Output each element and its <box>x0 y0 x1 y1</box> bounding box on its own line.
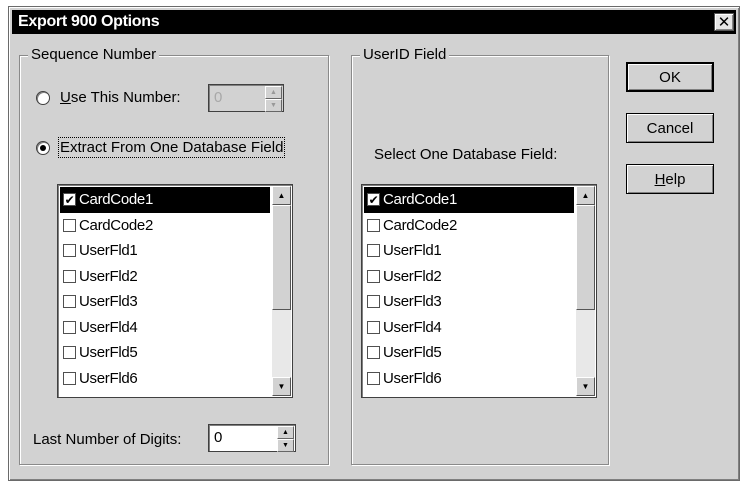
userid-field-group: UserID Field Select One Database Field: … <box>351 46 609 465</box>
list-item[interactable]: UserFld1 <box>364 238 574 264</box>
list-item-label: UserFld4 <box>383 318 442 336</box>
checkbox[interactable] <box>367 269 380 283</box>
checkbox[interactable] <box>63 244 76 258</box>
checkbox[interactable] <box>63 295 76 309</box>
list-item[interactable]: CardCode2 <box>364 213 574 239</box>
checkbox[interactable] <box>63 371 76 385</box>
list-item-label: UserFld7 <box>79 395 138 397</box>
list-item-label: UserFld7 <box>383 395 442 397</box>
sequence-number-group: Sequence Number Use This Number: 0 ▲ ▼ E… <box>19 46 329 465</box>
list-item[interactable]: UserFld3 <box>60 289 270 315</box>
list-item[interactable]: UserFld2 <box>364 264 574 290</box>
list-item[interactable]: ✔ CardCode1 <box>60 187 270 213</box>
spin-down-icon: ▼ <box>265 99 282 112</box>
checkbox[interactable] <box>63 218 76 232</box>
list-item-label: CardCode2 <box>79 216 154 234</box>
spin-up-icon[interactable]: ▲ <box>277 426 294 439</box>
cancel-button-label: Cancel <box>646 119 694 137</box>
scroll-thumb[interactable] <box>272 205 291 310</box>
list-item-label: UserFld1 <box>383 242 442 260</box>
close-button[interactable]: ✕ <box>714 13 734 31</box>
list-item-label: CardCode1 <box>383 191 458 209</box>
list-item-label: UserFld6 <box>79 369 138 387</box>
checkbox[interactable] <box>367 397 380 398</box>
cancel-button[interactable]: Cancel <box>626 113 714 143</box>
ok-button[interactable]: OK <box>626 62 714 92</box>
list-item-label: CardCode1 <box>79 191 154 209</box>
checkbox[interactable]: ✔ <box>63 192 76 207</box>
list-item-label: UserFld4 <box>79 318 138 336</box>
sequence-field-list[interactable]: ✔ CardCode1 CardCode2 UserFld1 UserFld2 UserF… <box>57 184 293 398</box>
spin-down-icon[interactable]: ▼ <box>277 439 294 452</box>
list-item-label: UserFld3 <box>383 293 442 311</box>
use-this-number-radio[interactable]: Use This Number: <box>36 89 181 106</box>
checkbox[interactable] <box>367 346 380 360</box>
use-this-number-stepper: 0 ▲ ▼ <box>208 84 284 112</box>
last-digits-stepper[interactable]: 0 ▲ ▼ <box>208 424 296 452</box>
select-field-label: Select One Database Field: <box>374 146 558 163</box>
list-item-label: UserFld1 <box>79 242 138 260</box>
scroll-up-icon[interactable]: ▲ <box>272 186 291 205</box>
list-item[interactable]: CardCode2 <box>60 213 270 239</box>
ok-button-label: OK <box>659 68 681 86</box>
checkbox[interactable] <box>63 269 76 283</box>
spin-up-icon: ▲ <box>265 86 282 99</box>
list-item[interactable]: UserFld1 <box>60 238 270 264</box>
list-item[interactable]: UserFld7 <box>60 391 270 398</box>
list-item-label: UserFld3 <box>79 293 138 311</box>
help-button[interactable]: Help <box>626 164 714 194</box>
check-icon: ✔ <box>64 192 75 207</box>
list-item[interactable]: UserFld6 <box>60 366 270 392</box>
export-options-dialog: Export 900 Options ✕ Sequence Number Use… <box>8 6 740 481</box>
checkbox[interactable] <box>63 320 76 334</box>
list-item[interactable]: UserFld3 <box>364 289 574 315</box>
checkbox[interactable] <box>63 346 76 360</box>
list-item[interactable]: ✔ CardCode1 <box>364 187 574 213</box>
list-item-label: UserFld2 <box>383 267 442 285</box>
scroll-down-icon[interactable]: ▼ <box>272 377 291 396</box>
checkbox[interactable] <box>63 397 76 398</box>
checkbox[interactable] <box>367 244 380 258</box>
help-button-label: Help <box>654 170 686 188</box>
extract-from-field-label: Extract From One Database Field <box>57 137 286 158</box>
list-item[interactable]: UserFld5 <box>364 340 574 366</box>
close-icon: ✕ <box>717 13 731 31</box>
list-item[interactable]: UserFld5 <box>60 340 270 366</box>
title-bar: Export 900 Options ✕ <box>12 10 736 34</box>
list-item-label: UserFld6 <box>383 369 442 387</box>
scroll-up-icon[interactable]: ▲ <box>576 186 595 205</box>
dialog-title: Export 900 Options <box>18 13 160 30</box>
list-item-label: UserFld2 <box>79 267 138 285</box>
last-digits-value: 0 <box>214 429 223 446</box>
list-item[interactable]: UserFld6 <box>364 366 574 392</box>
list-item[interactable]: UserFld4 <box>60 315 270 341</box>
userid-list-scrollbar[interactable]: ▲ ▼ <box>576 186 595 396</box>
use-this-number-label: Use This Number: <box>60 89 181 106</box>
checkbox[interactable] <box>367 371 380 385</box>
scroll-down-icon[interactable]: ▼ <box>576 377 595 396</box>
extract-from-field-radio[interactable]: Extract From One Database Field <box>36 137 286 158</box>
use-this-number-value: 0 <box>214 89 223 106</box>
userid-field-list[interactable]: ✔ CardCode1 CardCode2 UserFld1 UserFld2 UserF… <box>361 184 597 398</box>
userid-field-group-label: UserID Field <box>360 46 450 63</box>
last-digits-label: Last Number of Digits: <box>33 431 182 448</box>
list-item[interactable]: UserFld7 <box>364 391 574 398</box>
checkbox[interactable] <box>367 218 380 232</box>
list-item-label: UserFld5 <box>383 344 442 362</box>
checkbox[interactable] <box>367 320 380 334</box>
list-item-label: UserFld5 <box>79 344 138 362</box>
extract-from-field-radio-indicator <box>36 140 50 155</box>
sequence-list-scrollbar[interactable]: ▲ ▼ <box>272 186 291 396</box>
use-this-number-radio-indicator <box>36 90 50 105</box>
scroll-thumb[interactable] <box>576 205 595 310</box>
list-item[interactable]: UserFld4 <box>364 315 574 341</box>
list-item-label: CardCode2 <box>383 216 458 234</box>
checkbox[interactable]: ✔ <box>367 192 380 207</box>
list-item[interactable]: UserFld2 <box>60 264 270 290</box>
sequence-number-group-label: Sequence Number <box>28 46 160 63</box>
checkbox[interactable] <box>367 295 380 309</box>
check-icon: ✔ <box>368 192 379 207</box>
